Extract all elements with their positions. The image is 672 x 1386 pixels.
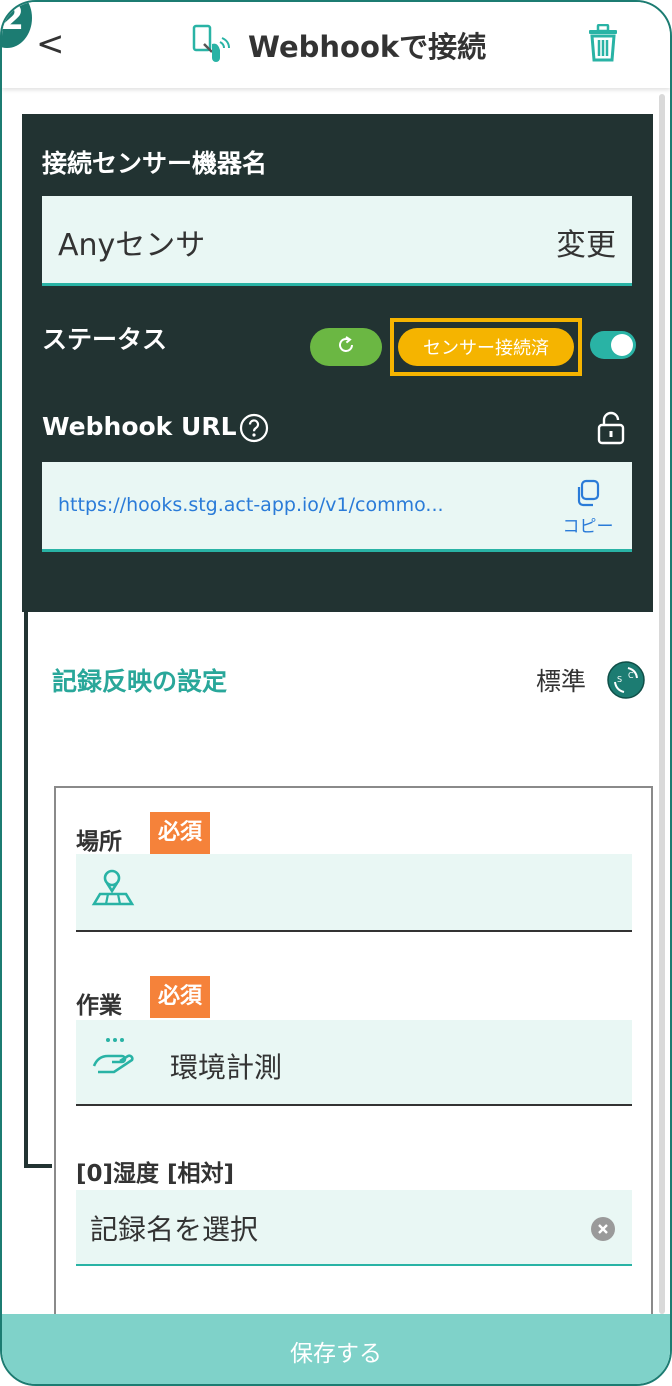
back-button[interactable]: <: [36, 24, 65, 64]
toggle-knob: [611, 334, 633, 356]
hand-icon: [90, 1034, 140, 1082]
sensor-name-value: Anyセンサ: [58, 228, 206, 263]
help-icon[interactable]: [238, 412, 270, 448]
header-title-group: Webhookで接続: [190, 22, 486, 68]
sensor-name-label: 接続センサー機器名: [42, 149, 268, 178]
webhook-url-field: https://hooks.stg.act-app.io/v1/commo...…: [42, 462, 632, 552]
work-required-badge: 必須: [150, 976, 211, 1018]
save-button[interactable]: 保存する: [2, 1314, 670, 1384]
unlock-icon[interactable]: [596, 410, 626, 450]
map-pin-icon: [90, 868, 138, 912]
phone-frame: 2 < Webhookで接続 接続センサー機器名 Anyセンサ 変更 ステータス…: [0, 0, 672, 1386]
status-badge: センサー接続済: [398, 328, 574, 366]
app-header: < Webhookで接続: [2, 2, 670, 88]
mode-switch-icon[interactable]: S C: [606, 660, 646, 704]
status-label: ステータス: [42, 325, 168, 354]
place-field[interactable]: [76, 854, 632, 932]
connection-toggle[interactable]: [590, 331, 636, 359]
svg-text:S: S: [617, 675, 622, 684]
record-section-title: 記録反映の設定: [52, 667, 228, 696]
sensor-name-field: Anyセンサ 変更: [42, 196, 632, 286]
refresh-icon: [335, 334, 357, 360]
sensor-icon: [190, 22, 236, 68]
work-field[interactable]: 環境計測: [76, 1020, 632, 1106]
place-label: 場所: [76, 829, 122, 855]
webhook-url-label: Webhook URL: [42, 412, 237, 441]
record-settings-card: 場所 必須 作業 必須 環境計測 [0]湿度 [相対] 記録名を選択: [54, 786, 653, 1346]
copy-label: コピー: [562, 517, 614, 537]
trash-icon[interactable]: [586, 23, 620, 66]
sensor-panel: 接続センサー機器名 Anyセンサ 変更 ステータス センサー接続済 Webhoo…: [22, 114, 653, 612]
copy-button[interactable]: コピー: [558, 478, 618, 537]
svg-text:C: C: [628, 671, 634, 680]
connector-line-horizontal: [24, 1164, 52, 1168]
page-title: Webhookで接続: [248, 30, 487, 64]
work-label: 作業: [76, 993, 122, 1019]
refresh-button[interactable]: [310, 328, 382, 366]
mode-label: 標準: [536, 667, 587, 696]
scrollbar[interactable]: [659, 94, 665, 1314]
clear-icon[interactable]: [590, 1216, 616, 1246]
place-required-badge: 必須: [150, 812, 211, 854]
humidity-record-select[interactable]: 記録名を選択: [76, 1190, 632, 1266]
connector-line: [24, 612, 28, 1168]
work-value: 環境計測: [170, 1051, 283, 1084]
change-button[interactable]: 変更: [556, 220, 616, 264]
humidity-placeholder: 記録名を選択: [90, 1213, 259, 1246]
webhook-url-value: https://hooks.stg.act-app.io/v1/commo...: [58, 494, 444, 516]
copy-icon: [573, 479, 603, 512]
humidity-label: [0]湿度 [相対]: [76, 1161, 235, 1187]
